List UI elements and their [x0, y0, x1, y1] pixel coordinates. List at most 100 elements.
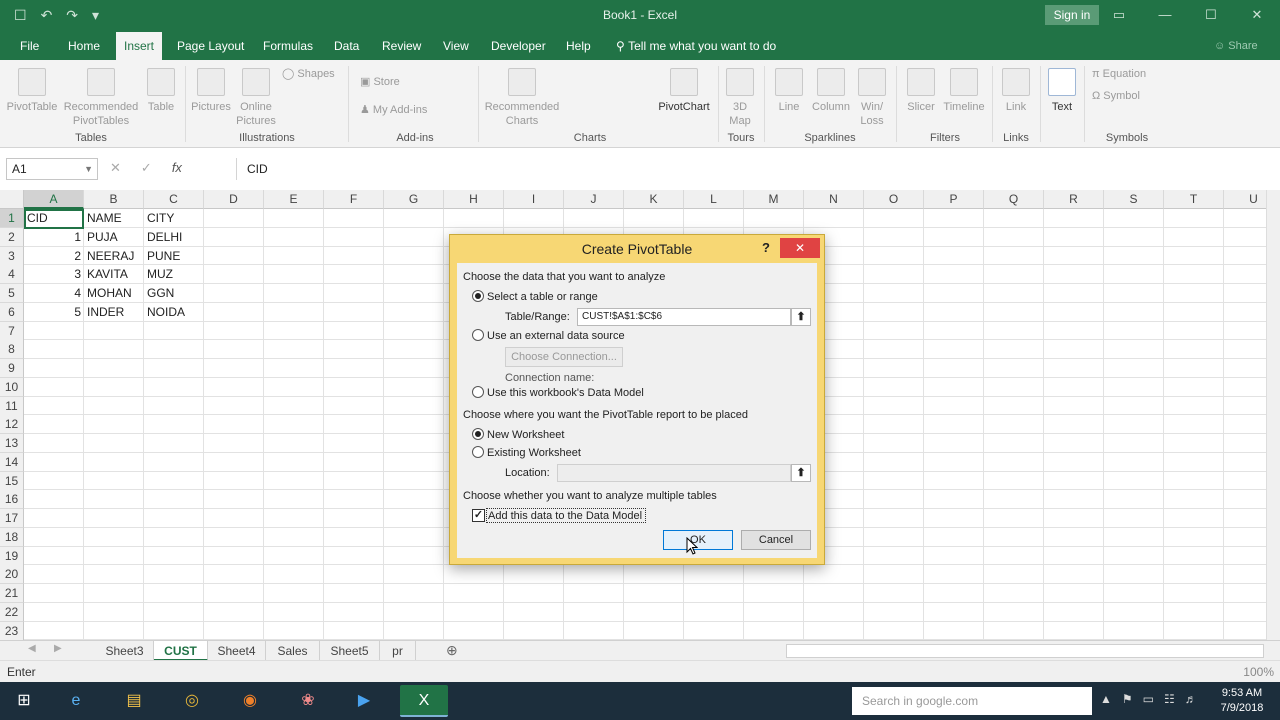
column-header[interactable]: A [24, 190, 84, 209]
column-header[interactable]: F [324, 190, 384, 209]
column-header[interactable]: H [444, 190, 504, 209]
column-header[interactable]: K [624, 190, 684, 209]
column-header[interactable]: O [864, 190, 924, 209]
scroll-right-icon[interactable]: ▶ [54, 643, 62, 654]
online-pictures-button[interactable]: Online Pictures [234, 68, 278, 128]
vertical-scrollbar[interactable] [1266, 190, 1280, 640]
table-button[interactable]: Table [144, 68, 178, 114]
volume-icon[interactable]: ♬ [1185, 692, 1197, 706]
taskbar-clock[interactable]: 9:53 AM 7/9/2018 [1210, 686, 1274, 716]
start-icon[interactable]: ⊞ [0, 685, 48, 717]
row-header[interactable]: 15 [0, 471, 24, 491]
column-header[interactable]: P [924, 190, 984, 209]
column-header[interactable]: M [744, 190, 804, 209]
cell[interactable]: NEERAJ [84, 247, 144, 266]
column-header[interactable]: C [144, 190, 204, 209]
save-icon[interactable]: ☐ [14, 7, 27, 24]
app-icon[interactable]: ❀ [284, 685, 332, 717]
location-input[interactable] [557, 464, 791, 482]
tab-insert[interactable]: Insert [116, 32, 163, 60]
recommended-pivottables-button[interactable]: Recommended PivotTables [62, 68, 140, 128]
share-button[interactable]: ☺ Share [1214, 32, 1258, 60]
tab-file[interactable]: File [12, 32, 47, 60]
cancel-icon[interactable]: ✕ [110, 160, 121, 176]
tab-help[interactable]: Help [558, 32, 599, 60]
row-header[interactable]: 17 [0, 509, 24, 528]
redo-icon[interactable]: ↷ [66, 7, 78, 24]
row-header[interactable]: 1 [0, 209, 24, 228]
tab-home[interactable]: Home [60, 32, 108, 60]
chevron-up-icon[interactable]: ▲ [1100, 692, 1112, 706]
maximize-button[interactable]: ☐ [1188, 0, 1234, 30]
row-header[interactable]: 5 [0, 284, 24, 303]
row-header[interactable]: 7 [0, 321, 24, 341]
flag-icon[interactable]: ⚑ [1122, 692, 1133, 706]
zoom-icon[interactable]: ▶ [340, 685, 388, 717]
cell[interactable]: 5 [24, 303, 84, 322]
sheet-tab-sheet5[interactable]: Sheet5 [320, 641, 380, 661]
row-header[interactable]: 2 [0, 227, 24, 247]
cell[interactable]: PUJA [84, 228, 144, 247]
sparkline-line-button[interactable]: Line [770, 68, 808, 114]
new-sheet-icon[interactable]: ⊕ [446, 642, 458, 659]
row-header[interactable]: 6 [0, 302, 24, 322]
slicer-button[interactable]: Slicer [902, 68, 940, 114]
zoom-level[interactable]: 100% [1243, 665, 1274, 679]
column-header[interactable]: G [384, 190, 444, 209]
name-box[interactable]: A1 ▼ [6, 158, 98, 180]
help-icon[interactable]: ? [756, 238, 776, 258]
radio-data-model[interactable] [472, 386, 484, 398]
cell[interactable]: NOIDA [144, 303, 204, 322]
minimize-button[interactable]: — [1142, 0, 1188, 30]
cell[interactable]: CITY [144, 209, 204, 228]
radio-external-source[interactable] [472, 329, 484, 341]
equation-button[interactable]: π Equation [1092, 66, 1146, 82]
shapes-button[interactable]: ◯ Shapes [282, 66, 335, 82]
row-header[interactable]: 19 [0, 546, 24, 566]
row-header[interactable]: 4 [0, 265, 24, 285]
radio-existing-worksheet[interactable] [472, 446, 484, 458]
pivottable-button[interactable]: PivotTable [4, 68, 60, 114]
cell[interactable]: GGN [144, 284, 204, 303]
undo-icon[interactable]: ↶ [41, 7, 53, 24]
radio-new-worksheet[interactable] [472, 428, 484, 440]
sheet-tab-pr[interactable]: pr [380, 641, 416, 661]
column-header[interactable]: R [1044, 190, 1104, 209]
excel-icon[interactable]: X [400, 685, 448, 717]
sign-in-button[interactable]: Sign in [1045, 5, 1099, 25]
radio-label-external[interactable]: Use an external data source [487, 330, 625, 342]
row-header[interactable]: 12 [0, 415, 24, 435]
network-icon[interactable]: ☷ [1164, 692, 1175, 706]
radio-select-table-range[interactable] [472, 290, 484, 302]
row-header[interactable]: 16 [0, 490, 24, 510]
customize-qat-icon[interactable]: ▾ [92, 7, 99, 24]
cell[interactable]: 2 [24, 247, 84, 266]
pictures-button[interactable]: Pictures [190, 68, 232, 114]
cell[interactable]: PUNE [144, 247, 204, 266]
horizontal-scrollbar[interactable] [786, 644, 1264, 658]
column-header[interactable]: N [804, 190, 864, 209]
taskbar-search-input[interactable]: Search in google.com [852, 687, 1092, 715]
add-to-data-model-checkbox[interactable]: ✓ [472, 509, 485, 522]
sparkline-winloss-button[interactable]: Win/ Loss [854, 68, 890, 128]
sheet-tab-cust[interactable]: CUST [154, 641, 208, 661]
row-header[interactable]: 18 [0, 527, 24, 547]
enter-icon[interactable]: ✓ [141, 160, 152, 176]
column-header[interactable]: L [684, 190, 744, 209]
cell[interactable]: INDER [84, 303, 144, 322]
sparkline-column-button[interactable]: Column [810, 68, 852, 114]
row-header[interactable]: 21 [0, 584, 24, 603]
row-header[interactable]: 13 [0, 434, 24, 453]
tab-view[interactable]: View [435, 32, 477, 60]
column-header[interactable]: B [84, 190, 144, 209]
text-button[interactable]: Text [1044, 68, 1080, 114]
store-button[interactable]: ▣ Store [360, 74, 400, 90]
ribbon-display-options-icon[interactable]: ▭ [1096, 0, 1142, 30]
column-header[interactable]: J [564, 190, 624, 209]
cell[interactable]: NAME [84, 209, 144, 228]
scroll-left-icon[interactable]: ◀ [28, 643, 36, 654]
column-header[interactable]: S [1104, 190, 1164, 209]
row-header[interactable]: 3 [0, 246, 24, 266]
column-header[interactable]: Q [984, 190, 1044, 209]
column-header[interactable]: I [504, 190, 564, 209]
